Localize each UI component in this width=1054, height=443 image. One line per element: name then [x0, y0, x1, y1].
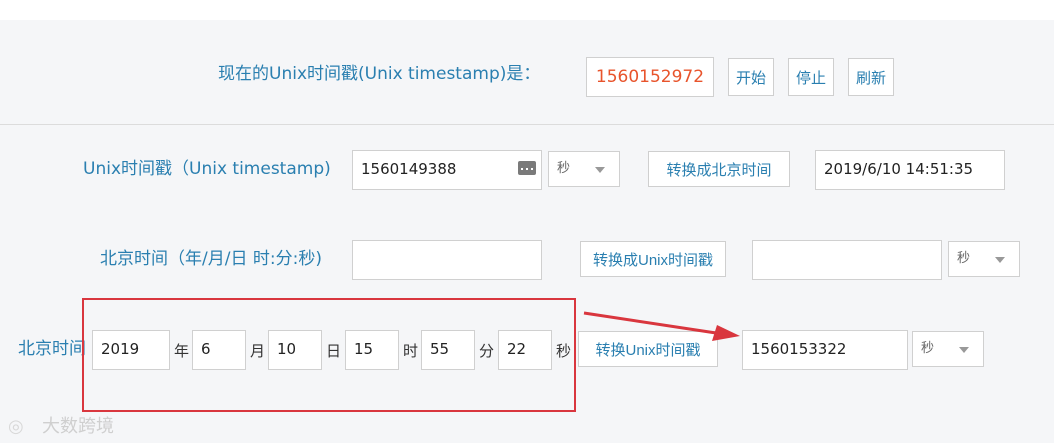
- watermark: ◎ 大数跨境: [8, 412, 114, 438]
- arrow-line: [583, 311, 717, 335]
- watermark-logo-icon: ◎: [8, 416, 24, 437]
- arrow-head: [712, 325, 740, 341]
- annotation-arrow: [583, 311, 740, 341]
- watermark-text: 大数跨境: [42, 416, 114, 437]
